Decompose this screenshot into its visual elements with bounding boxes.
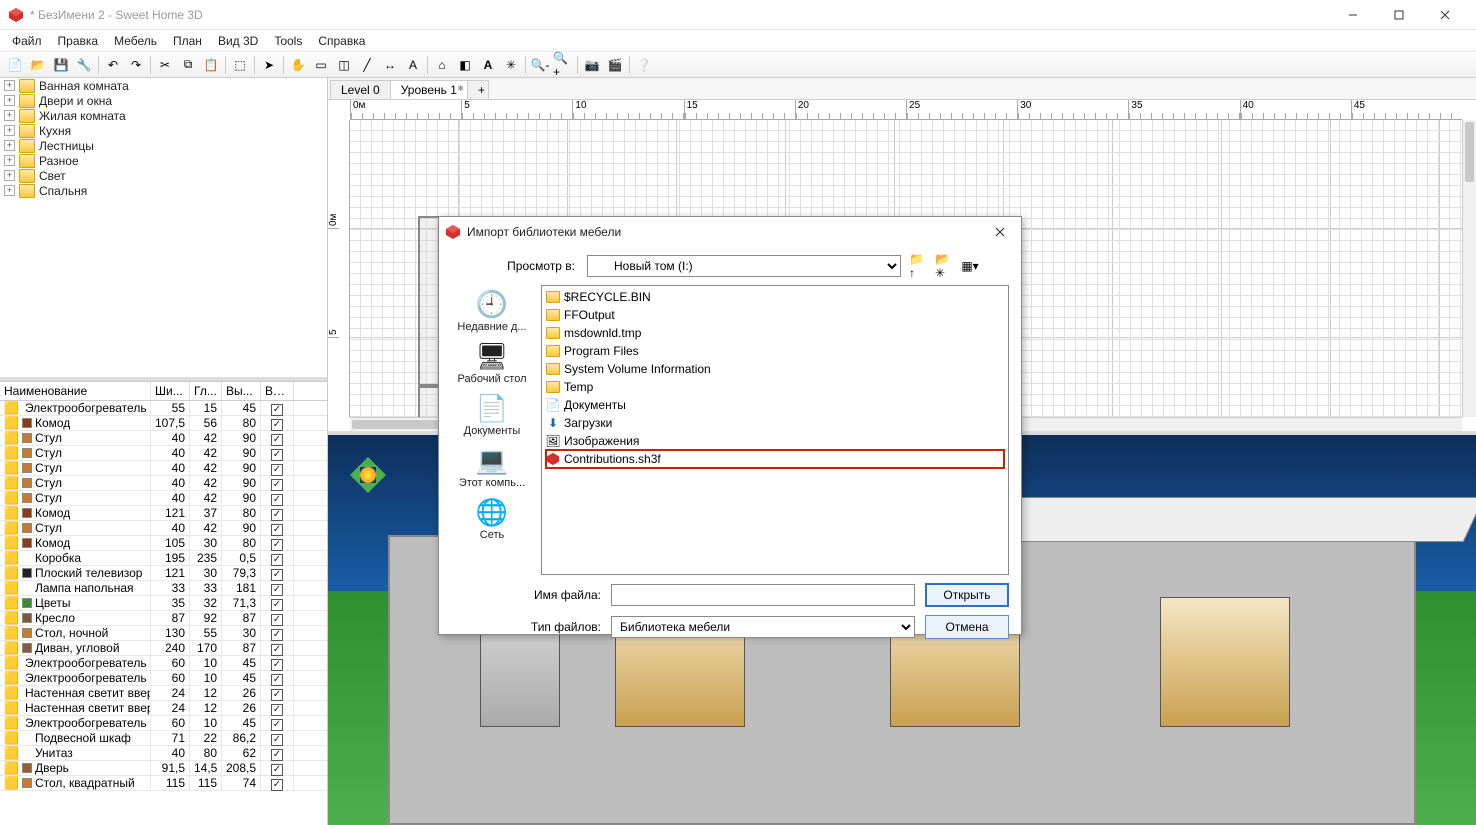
downloads-icon: ⬇ (546, 416, 560, 430)
file-item[interactable]: 📄Документы (546, 396, 1004, 414)
filetype-select[interactable]: Библиотека мебели (611, 616, 915, 638)
filetype-label: Тип файлов: (451, 620, 601, 634)
folder-icon (546, 327, 560, 339)
folder-icon (546, 363, 560, 375)
computer-icon: 💻 (474, 445, 510, 475)
place-recent[interactable]: 🕘Недавние д... (457, 289, 526, 333)
places-bar: 🕘Недавние д... 🖥Рабочий стол 📄Документы 💻Эт… (451, 285, 533, 575)
place-desktop[interactable]: 🖥Рабочий стол (457, 341, 526, 385)
dialog-app-icon (445, 224, 461, 240)
folder-icon (546, 309, 560, 321)
dialog-title: Импорт библиотеки мебели (467, 225, 985, 239)
file-item[interactable]: msdownld.tmp (546, 324, 1004, 342)
dialog-overlay: Импорт библиотеки мебели Просмотр в: Нов… (0, 0, 1476, 825)
place-documents[interactable]: 📄Документы (464, 393, 521, 437)
up-folder-icon[interactable]: 📁↑ (909, 257, 927, 275)
place-network[interactable]: 🌐Сеть (474, 497, 510, 541)
network-icon: 🌐 (474, 497, 510, 527)
file-item[interactable]: 🖼Изображения (546, 432, 1004, 450)
lookin-label: Просмотр в: (491, 259, 579, 273)
dialog-close-button[interactable] (985, 220, 1015, 244)
folder-icon (546, 345, 560, 357)
file-list[interactable]: $RECYCLE.BINFFOutputmsdownld.tmpProgram … (541, 285, 1009, 575)
filename-label: Имя файла: (451, 588, 601, 602)
file-item[interactable]: ⬇Загрузки (546, 414, 1004, 432)
documents-icon: 📄 (474, 393, 510, 423)
documents-icon: 📄 (546, 398, 560, 412)
new-folder-icon[interactable]: 📂✳ (935, 257, 953, 275)
file-item[interactable]: Contributions.sh3f (546, 450, 1004, 468)
sh3f-icon (546, 452, 560, 466)
dialog-titlebar: Импорт библиотеки мебели (439, 217, 1021, 247)
file-item[interactable]: FFOutput (546, 306, 1004, 324)
file-item[interactable]: Temp (546, 378, 1004, 396)
import-library-dialog: Импорт библиотеки мебели Просмотр в: Нов… (438, 216, 1022, 635)
lookin-select[interactable]: Новый том (I:) (587, 255, 901, 277)
file-item[interactable]: System Volume Information (546, 360, 1004, 378)
file-item[interactable]: $RECYCLE.BIN (546, 288, 1004, 306)
open-button[interactable]: Открыть (925, 583, 1009, 607)
desktop-icon: 🖥 (474, 341, 510, 371)
recent-icon: 🕘 (474, 289, 510, 319)
folder-icon (546, 291, 560, 303)
images-icon: 🖼 (546, 434, 560, 448)
filename-input[interactable] (611, 584, 915, 606)
place-computer[interactable]: 💻Этот компь... (459, 445, 525, 489)
folder-icon (546, 381, 560, 393)
view-menu-icon[interactable]: ▦▾ (961, 257, 979, 275)
file-item[interactable]: Program Files (546, 342, 1004, 360)
cancel-button[interactable]: Отмена (925, 615, 1009, 639)
